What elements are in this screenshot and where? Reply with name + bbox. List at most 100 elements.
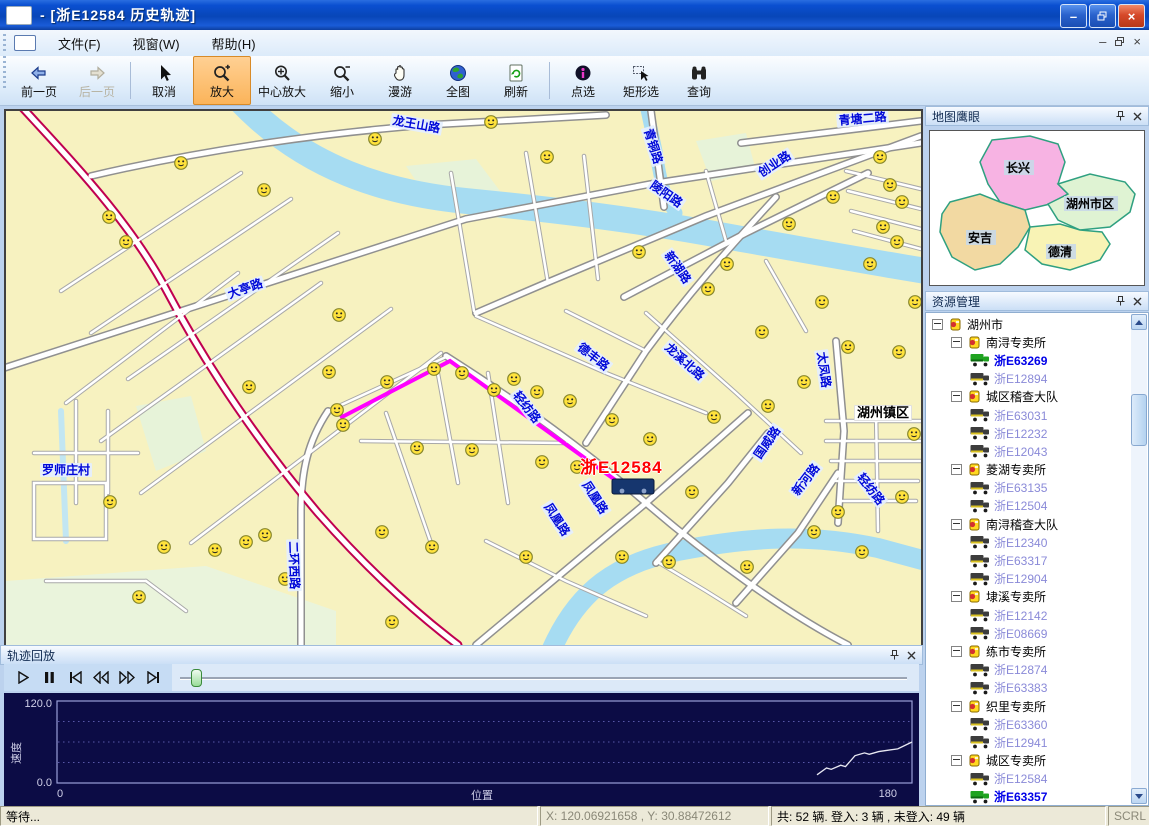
- zoom-out-tool-button[interactable]: 缩小: [313, 56, 371, 105]
- close-button[interactable]: ×: [1118, 4, 1145, 28]
- vehicle-smiley-marker[interactable]: [896, 196, 909, 209]
- vehicle-smiley-marker[interactable]: [243, 381, 256, 394]
- vehicle-smiley-marker[interactable]: [644, 433, 657, 446]
- pin-icon[interactable]: [890, 650, 900, 660]
- tree-vehicle-item[interactable]: 浙E12941: [930, 733, 1148, 751]
- vehicle-smiley-marker[interactable]: [708, 411, 721, 424]
- vehicle-smiley-marker[interactable]: [909, 296, 921, 309]
- zoom-in-tool-button[interactable]: 放大: [193, 56, 251, 105]
- tree-vehicle-item[interactable]: 浙E12232: [930, 424, 1148, 442]
- vehicle-smiley-marker[interactable]: [893, 346, 906, 359]
- vehicle-smiley-marker[interactable]: [158, 541, 171, 554]
- tree-vehicle-item[interactable]: 浙E63360: [930, 715, 1148, 733]
- vehicle-smiley-marker[interactable]: [531, 386, 544, 399]
- current-vehicle-icon[interactable]: [612, 479, 654, 494]
- vehicle-smiley-marker[interactable]: [762, 400, 775, 413]
- play-button[interactable]: [11, 668, 35, 688]
- vehicle-smiley-marker[interactable]: [891, 236, 904, 249]
- tree-vehicle-item[interactable]: 浙E12894: [930, 370, 1148, 388]
- vehicle-smiley-marker[interactable]: [466, 444, 479, 457]
- tree-group-item[interactable]: 菱湖专卖所: [930, 461, 1148, 479]
- map-viewport[interactable]: 龙王山路青塘二路创业路青铜路陵阳路新湖路大亭路德丰路龙溪北路轻纺路太凤路湖州镇区…: [4, 109, 923, 647]
- vehicle-smiley-marker[interactable]: [508, 373, 521, 386]
- query-button[interactable]: 查询: [670, 56, 728, 105]
- toolbar-grip[interactable]: [3, 56, 6, 90]
- tree-collapse-toggle[interactable]: [951, 755, 962, 766]
- vehicle-smiley-marker[interactable]: [240, 536, 253, 549]
- scroll-up-button[interactable]: [1131, 314, 1147, 330]
- close-icon[interactable]: [1133, 112, 1142, 121]
- vehicle-smiley-marker[interactable]: [520, 551, 533, 564]
- tree-vehicle-item[interactable]: 浙E63031: [930, 406, 1148, 424]
- tree-vehicle-item[interactable]: 浙E12584: [930, 770, 1148, 788]
- scroll-down-button[interactable]: [1131, 788, 1147, 804]
- tree-collapse-toggle[interactable]: [951, 464, 962, 475]
- scroll-thumb[interactable]: [1131, 394, 1147, 446]
- vehicle-smiley-marker[interactable]: [209, 544, 222, 557]
- tree-vehicle-item[interactable]: 浙E63135: [930, 479, 1148, 497]
- vehicle-smiley-marker[interactable]: [783, 218, 796, 231]
- vehicle-smiley-marker[interactable]: [616, 551, 629, 564]
- tree-group-item[interactable]: 埭溪专卖所: [930, 588, 1148, 606]
- vehicle-smiley-marker[interactable]: [381, 376, 394, 389]
- vehicle-smiley-marker[interactable]: [798, 376, 811, 389]
- tree-group-item[interactable]: 练市专卖所: [930, 642, 1148, 660]
- vehicle-smiley-marker[interactable]: [663, 556, 676, 569]
- menu-help[interactable]: 帮助(H): [200, 31, 268, 56]
- tree-collapse-toggle[interactable]: [932, 319, 943, 330]
- vehicle-smiley-marker[interactable]: [259, 529, 272, 542]
- cancel-tool-button[interactable]: 取消: [135, 56, 193, 105]
- vehicle-smiley-marker[interactable]: [120, 236, 133, 249]
- next-page-button[interactable]: 后一页: [68, 56, 126, 105]
- fast-forward-button[interactable]: [115, 668, 139, 688]
- rewind-button[interactable]: [89, 668, 113, 688]
- tree-group-item[interactable]: 南浔稽查大队: [930, 515, 1148, 533]
- vehicle-smiley-marker[interactable]: [874, 151, 887, 164]
- pin-icon[interactable]: [1116, 296, 1126, 306]
- slider-track[interactable]: [180, 677, 907, 680]
- refresh-button[interactable]: 刷新: [487, 56, 545, 105]
- vehicle-smiley-marker[interactable]: [488, 384, 501, 397]
- vehicle-smiley-marker[interactable]: [541, 151, 554, 164]
- tree-collapse-toggle[interactable]: [951, 701, 962, 712]
- tree-vehicle-item[interactable]: 浙E63317: [930, 551, 1148, 569]
- tree-vehicle-item[interactable]: 浙E12340: [930, 533, 1148, 551]
- vehicle-smiley-marker[interactable]: [485, 116, 498, 129]
- vehicle-smiley-marker[interactable]: [386, 616, 399, 629]
- tree-vehicle-item[interactable]: 浙E12504: [930, 497, 1148, 515]
- restore-button[interactable]: [1089, 4, 1116, 28]
- vehicle-smiley-marker[interactable]: [104, 496, 117, 509]
- tree-collapse-toggle[interactable]: [951, 591, 962, 602]
- vehicle-smiley-marker[interactable]: [606, 414, 619, 427]
- vehicle-smiley-marker[interactable]: [832, 506, 845, 519]
- tree-scrollbar[interactable]: [1131, 314, 1147, 804]
- mdi-document-icon[interactable]: [14, 35, 36, 51]
- vehicle-smiley-marker[interactable]: [816, 296, 829, 309]
- skip-start-button[interactable]: [63, 668, 87, 688]
- vehicle-smiley-marker[interactable]: [702, 283, 715, 296]
- vehicle-smiley-marker[interactable]: [376, 526, 389, 539]
- point-select-button[interactable]: 点选: [554, 56, 612, 105]
- vehicle-smiley-marker[interactable]: [369, 133, 382, 146]
- vehicle-smiley-marker[interactable]: [808, 526, 821, 539]
- tree-vehicle-item[interactable]: 浙E63269: [930, 351, 1148, 369]
- pan-tool-button[interactable]: 漫游: [371, 56, 429, 105]
- vehicle-smiley-marker[interactable]: [323, 366, 336, 379]
- tree-group-item[interactable]: 湖州市: [930, 315, 1148, 333]
- vehicle-smiley-marker[interactable]: [896, 491, 909, 504]
- tree-vehicle-item[interactable]: 浙E12904: [930, 570, 1148, 588]
- tree-vehicle-item[interactable]: 浙E63383: [930, 679, 1148, 697]
- mdi-restore-button[interactable]: [1114, 36, 1125, 47]
- tree-vehicle-item[interactable]: 浙E12043: [930, 442, 1148, 460]
- vehicle-smiley-marker[interactable]: [564, 395, 577, 408]
- vehicle-smiley-marker[interactable]: [258, 184, 271, 197]
- tree-group-item[interactable]: 织里专卖所: [930, 697, 1148, 715]
- minimize-button[interactable]: –: [1060, 4, 1087, 28]
- vehicle-smiley-marker[interactable]: [333, 309, 346, 322]
- rect-select-button[interactable]: 矩形选: [612, 56, 670, 105]
- tree-collapse-toggle[interactable]: [951, 391, 962, 402]
- vehicle-smiley-marker[interactable]: [721, 258, 734, 271]
- tree-group-item[interactable]: 城区专卖所: [930, 752, 1148, 770]
- tree-group-item[interactable]: 南浔专卖所: [930, 333, 1148, 351]
- vehicle-smiley-marker[interactable]: [411, 442, 424, 455]
